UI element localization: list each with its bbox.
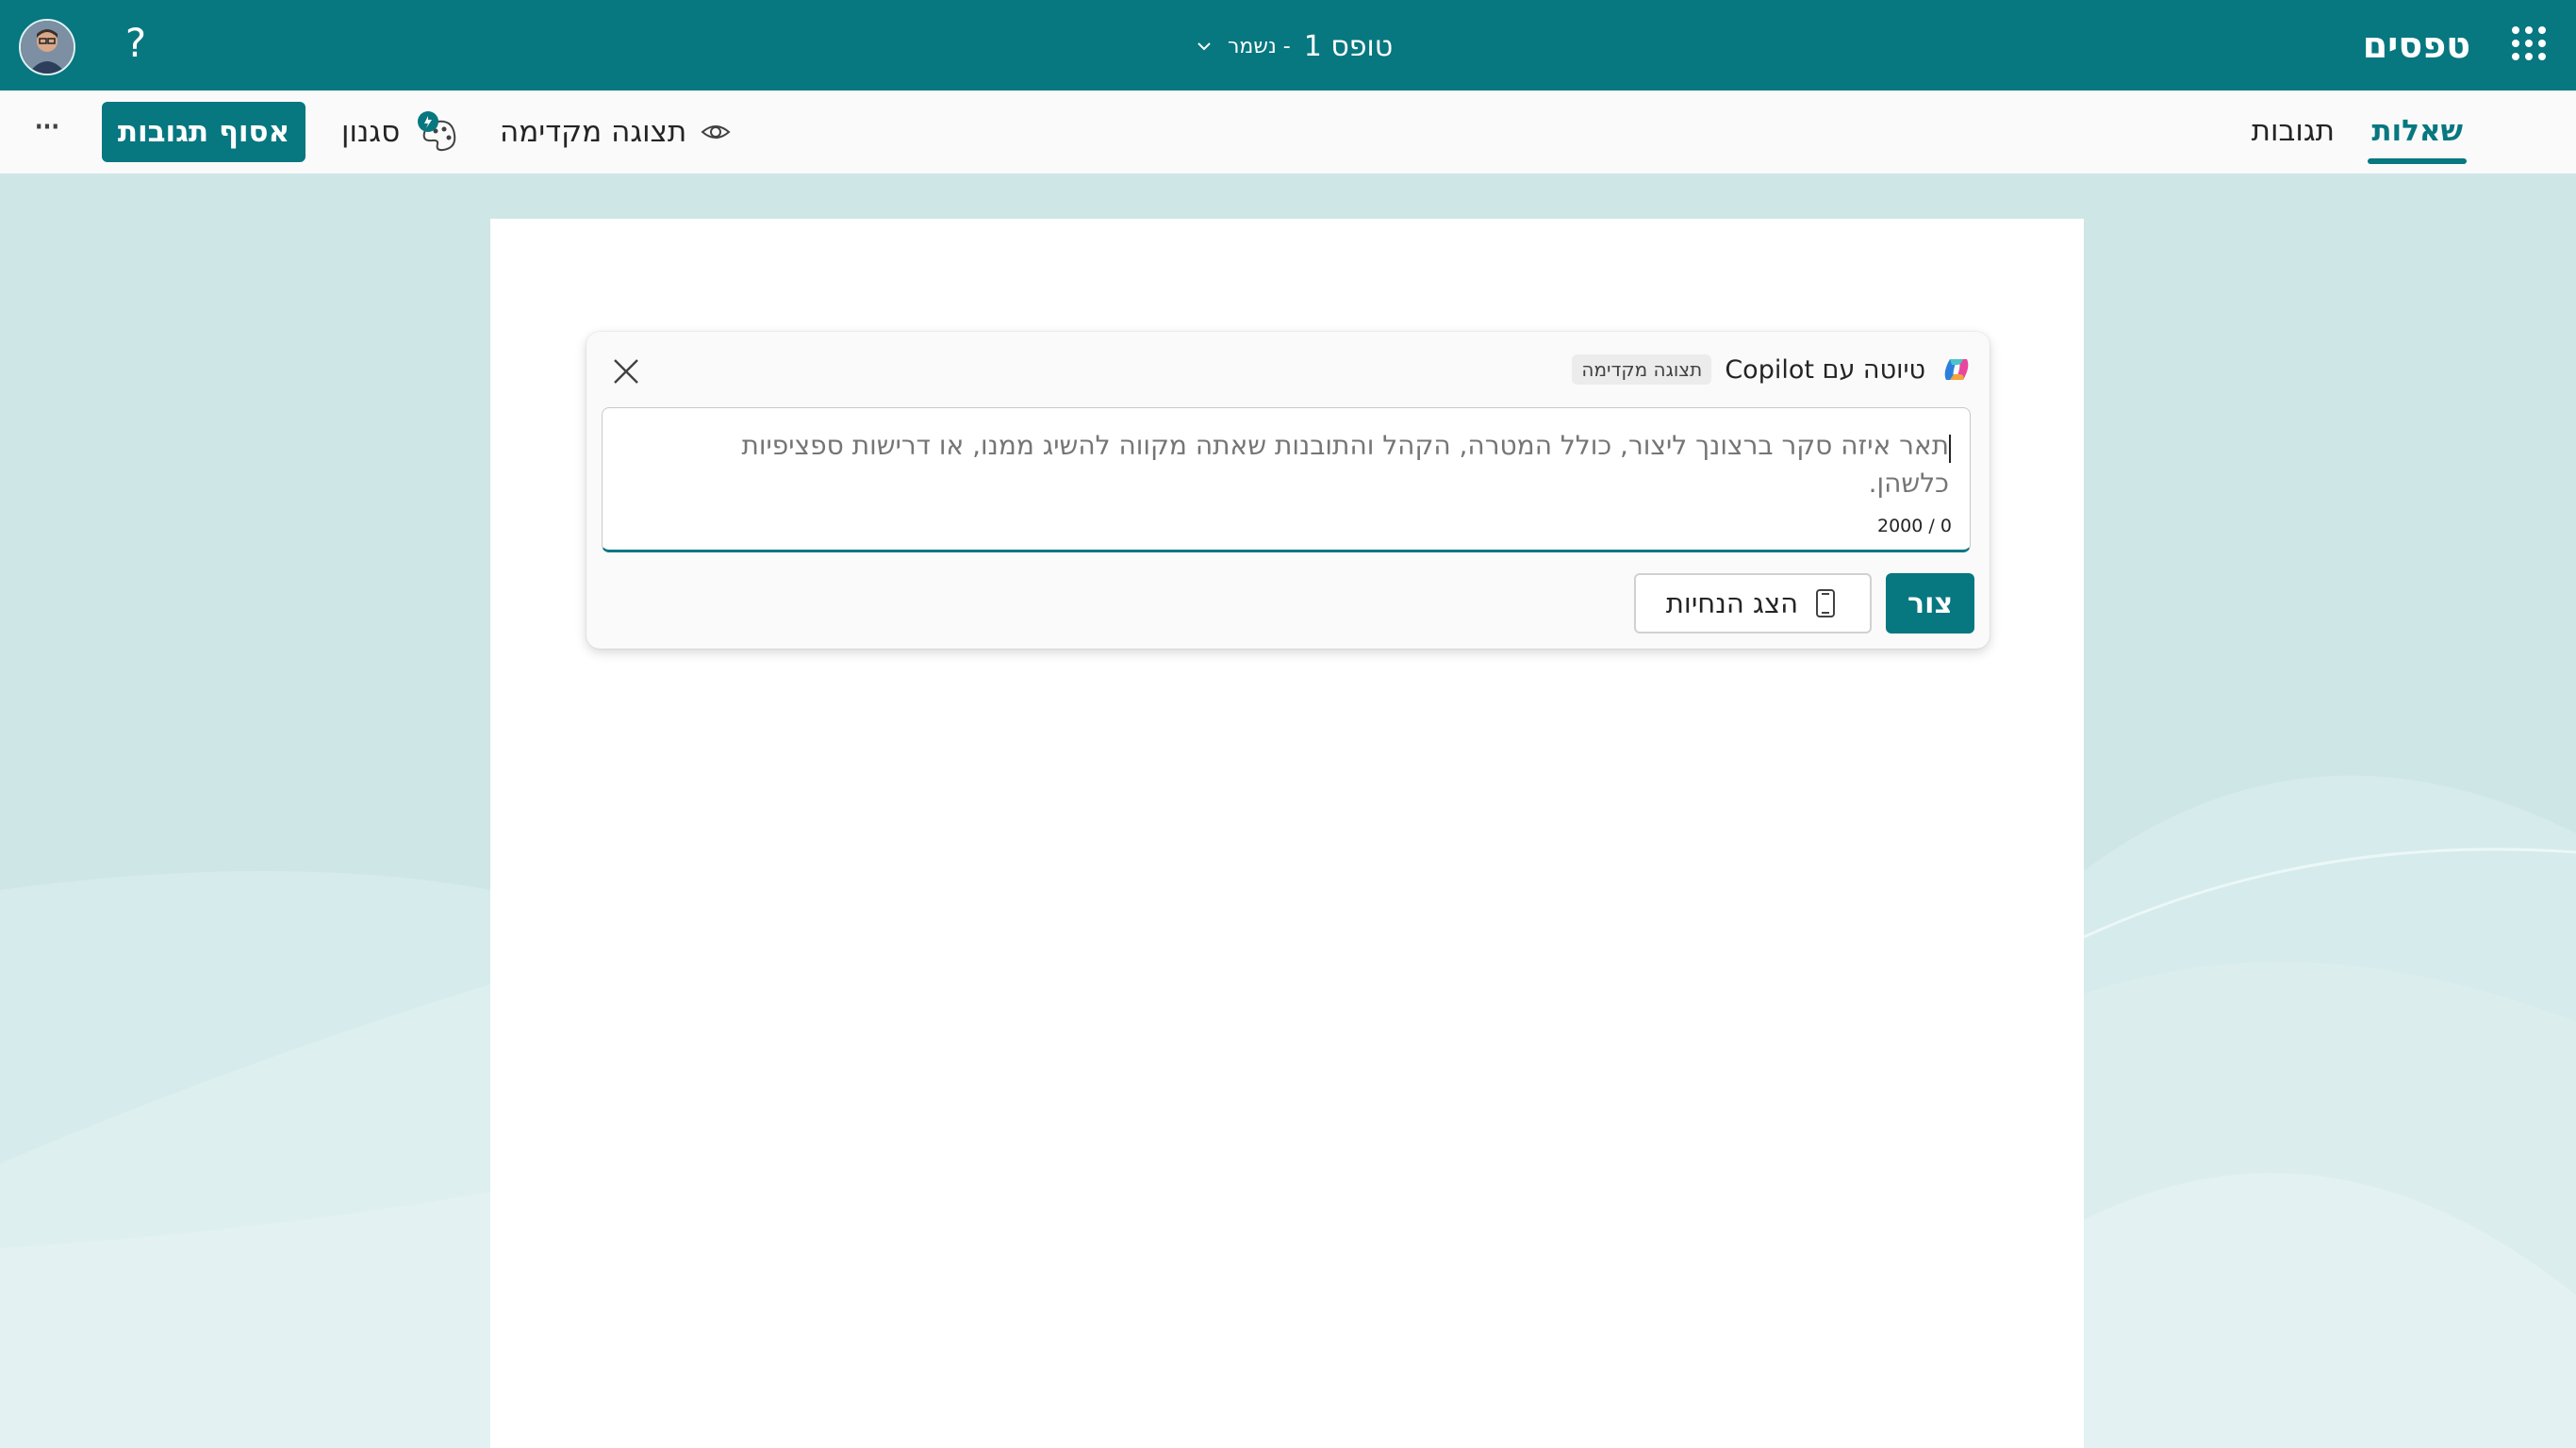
save-status: - נשמר — [1228, 34, 1291, 58]
preview-label: תצוגה מקדימה — [500, 115, 687, 149]
show-prompts-button[interactable]: הצג הנחיות — [1634, 573, 1872, 634]
chevron-down-icon — [1197, 42, 1211, 51]
preview-button[interactable]: תצוגה מקדימה — [500, 104, 732, 160]
close-icon[interactable] — [607, 353, 645, 390]
character-counter: 2000 / 0 — [1877, 516, 1952, 536]
palette-icon — [418, 111, 456, 152]
top-bar: טפסים טופס 1 - נשמר ? — [0, 0, 2576, 90]
eye-icon — [701, 125, 731, 139]
collect-responses-button[interactable]: אסוף תגובות — [102, 102, 305, 162]
waffle-icon[interactable] — [2512, 26, 2546, 60]
preview-badge: תצוגה מקדימה — [1572, 354, 1712, 385]
copilot-logo-icon — [1944, 359, 1969, 380]
show-prompts-label: הצג הנחיות — [1665, 587, 1799, 619]
form-name: טופס 1 — [1303, 29, 1394, 63]
copilot-title: טיוטה עם Copilot — [1725, 354, 1925, 385]
more-options-button[interactable]: ··· — [25, 108, 66, 151]
app-name[interactable]: טפסים — [2363, 19, 2470, 72]
form-title-button[interactable]: טופס 1 - נשמר — [1194, 25, 1393, 68]
text-cursor — [1949, 435, 1951, 463]
user-avatar-image — [21, 21, 74, 74]
avatar[interactable] — [19, 19, 75, 75]
tablet-icon — [1816, 589, 1836, 617]
style-label: סגנון — [341, 115, 401, 149]
help-button[interactable]: ? — [117, 17, 155, 70]
copilot-draft-panel: טיוטה עם Copilot תצוגה מקדימה 2000 / 0 ה… — [586, 332, 1990, 649]
style-button[interactable]: סגנון — [341, 104, 462, 160]
command-bar: שאלות תגובות תצוגה מקדימה סגנון אסוף תגו… — [0, 90, 2576, 174]
prompt-input-container: 2000 / 0 — [602, 407, 1971, 552]
tab-responses[interactable]: תגובות — [2252, 107, 2335, 155]
create-button[interactable]: צור — [1886, 573, 1974, 634]
tab-questions[interactable]: שאלות — [2368, 107, 2467, 164]
prompt-input[interactable] — [657, 427, 1949, 506]
copilot-header: טיוטה עם Copilot תצוגה מקדימה — [1572, 351, 1974, 388]
